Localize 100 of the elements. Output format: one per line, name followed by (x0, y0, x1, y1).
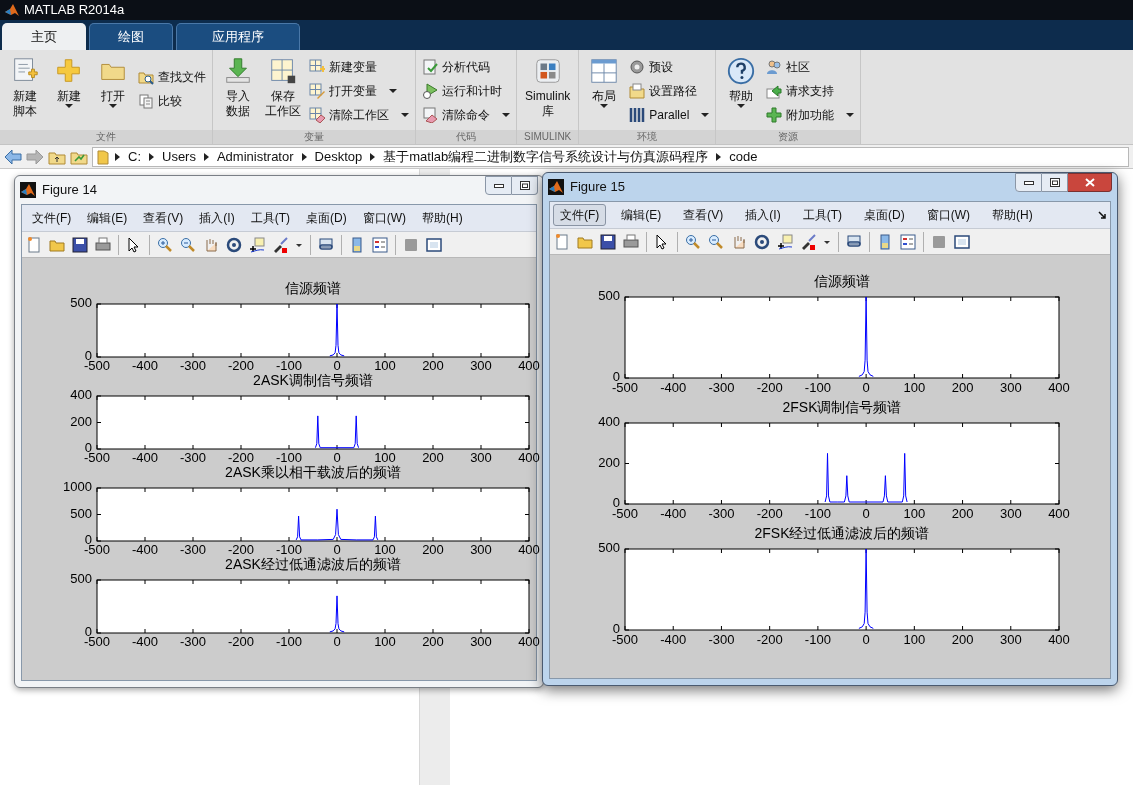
maximize-icon (519, 181, 530, 190)
path-segment[interactable]: Administrator (214, 146, 296, 167)
brush-icon[interactable] (800, 233, 816, 250)
maximize-button[interactable] (1042, 173, 1068, 192)
tick-label: 300 (999, 632, 1022, 648)
menu-item[interactable]: 桌面(D) (299, 207, 354, 229)
path-field[interactable]: C: Users Administrator Desktop 基于matlab编程二进制数字信号系统设计与仿真源码程序 code (92, 146, 1129, 167)
zoom-in-icon[interactable] (685, 233, 701, 250)
menu-item[interactable]: 窗口(W) (355, 207, 413, 229)
ribbon-button[interactable]: 布局 (585, 56, 624, 108)
tick-label: 1000 (63, 479, 92, 495)
ribbon-button[interactable]: 清除命令 (422, 106, 510, 124)
zoom-out-icon[interactable] (180, 236, 196, 253)
close-button[interactable] (1068, 173, 1112, 192)
folder-icon (97, 148, 109, 165)
ribbon-button[interactable]: 打开 (94, 56, 132, 108)
ribbon-button[interactable]: 帮助 (722, 56, 761, 108)
grid-save-icon (268, 56, 298, 86)
minimize-button[interactable] (485, 176, 512, 195)
folder-search-icon (138, 69, 154, 85)
path-segment[interactable]: 基于matlab编程二进制数字信号系统设计与仿真源码程序 (381, 146, 711, 167)
breadcrumb-arrow-icon (149, 152, 154, 161)
menu-item[interactable]: 桌面(D) (857, 204, 912, 226)
legend-icon[interactable] (900, 233, 916, 250)
menu-item[interactable]: 查看(V) (136, 207, 191, 229)
ribbon-button[interactable]: Parallel (629, 106, 710, 124)
menu-item[interactable]: 窗口(W) (919, 204, 977, 226)
printer-icon[interactable] (623, 233, 639, 250)
spectrum-line (329, 303, 345, 357)
ribbon-button[interactable]: 社区 (766, 58, 855, 76)
link-icon[interactable] (318, 236, 334, 253)
ribbon-button[interactable]: 清除工作区 (309, 106, 409, 124)
hand-icon[interactable] (731, 233, 747, 250)
tick-label: 300 (470, 450, 492, 466)
path-segment[interactable]: code (727, 146, 760, 167)
path-segment[interactable]: C: (126, 146, 143, 167)
data-cursor-icon[interactable] (249, 236, 265, 253)
back-arrow-icon[interactable] (4, 148, 22, 165)
tick-label: -400 (660, 632, 687, 648)
tick-label: 500 (598, 288, 620, 304)
ribbon-button[interactable]: 新建 (50, 56, 88, 108)
ribbon-button[interactable]: 新建 脚本 (6, 56, 44, 119)
tick-label: 400 (70, 387, 92, 403)
ribbon-button[interactable]: 运行和计时 (422, 82, 510, 100)
colorbar-icon[interactable] (349, 236, 365, 253)
group-label: 资源 (716, 130, 861, 144)
ribbon-button[interactable]: 导入 数据 (219, 56, 257, 119)
ribbon-button[interactable]: 请求支持 (766, 82, 855, 100)
ribbon-button[interactable]: 新建变量 (309, 58, 409, 76)
ribbon-button[interactable]: 查找文件 (138, 68, 206, 86)
save-icon[interactable] (72, 236, 88, 253)
import-arrow-icon (223, 56, 253, 86)
brush-icon[interactable] (272, 236, 288, 253)
menu-item[interactable]: 帮助(H) (985, 204, 1040, 226)
menu-item[interactable]: 编辑(E) (614, 204, 669, 226)
ribbon-button[interactable]: 预设 (629, 58, 710, 76)
menu-item[interactable]: 插入(I) (192, 207, 242, 229)
folder-icon (629, 83, 646, 99)
menu-item[interactable]: 工具(T) (795, 204, 849, 226)
menu-item[interactable]: 文件(F) (553, 204, 607, 226)
colorbar-icon[interactable] (877, 233, 893, 250)
tick-label: 300 (470, 634, 492, 650)
zoom-in-icon[interactable] (157, 236, 173, 253)
minimize-button[interactable] (1015, 173, 1042, 192)
ribbon-tab[interactable]: 绘图 (89, 23, 173, 50)
hand-icon[interactable] (203, 236, 219, 253)
save-icon[interactable] (600, 233, 616, 250)
menu-item[interactable]: 工具(T) (243, 207, 297, 229)
ribbon-button[interactable]: Simulink 库 (523, 56, 573, 119)
path-segment[interactable]: Users (160, 146, 198, 167)
menu-item[interactable]: 帮助(H) (415, 207, 470, 229)
ribbon-tab[interactable]: 主页 (2, 23, 86, 50)
link-icon[interactable] (846, 233, 862, 250)
path-segment[interactable]: Desktop (312, 146, 365, 167)
window-frame-icon[interactable] (954, 233, 970, 250)
ribbon-button[interactable]: 分析代码 (422, 58, 510, 76)
ribbon-button[interactable]: 设置路径 (629, 82, 710, 100)
legend-icon[interactable] (372, 236, 388, 253)
menu-item[interactable]: 编辑(E) (80, 207, 135, 229)
menu-item[interactable]: 查看(V) (676, 204, 731, 226)
zoom-out-icon[interactable] (708, 233, 724, 250)
dock-arrow-icon[interactable] (1098, 210, 1107, 220)
window-frame-icon[interactable] (426, 236, 442, 253)
ribbon-button[interactable]: 打开变量 (309, 82, 409, 100)
plus-icon (766, 107, 783, 123)
menu-item[interactable]: 插入(I) (738, 204, 788, 226)
maximize-button[interactable] (512, 176, 538, 195)
ribbon-tab[interactable]: 应用程序 (176, 23, 300, 50)
tick-label: -100 (804, 506, 831, 522)
tick-label: 400 (518, 358, 540, 374)
tick-label: 0 (333, 358, 341, 374)
ribbon-button[interactable]: 比较 (138, 92, 206, 110)
breadcrumb-arrow-icon (203, 152, 209, 161)
ribbon-button[interactable]: 保存 工作区 (263, 56, 303, 119)
eraser-icon (422, 107, 438, 123)
ribbon-button[interactable]: 附加功能 (766, 106, 855, 124)
data-cursor-icon[interactable] (777, 233, 793, 250)
tick-label: -500 (612, 506, 638, 522)
printer-icon[interactable] (95, 236, 111, 253)
menu-item[interactable]: 文件(F) (25, 207, 79, 229)
